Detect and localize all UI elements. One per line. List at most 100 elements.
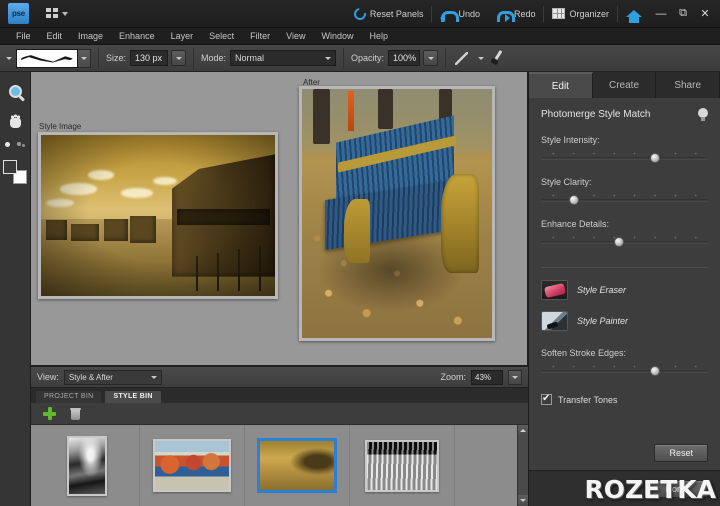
tablet-pressure-icon[interactable]: [453, 50, 470, 67]
slider-knob[interactable]: [649, 366, 660, 376]
app-logo: pse: [8, 3, 29, 24]
restore-button[interactable]: ⧉: [672, 4, 694, 24]
reset-panels-label: Reset Panels: [369, 8, 424, 19]
after-image-frame[interactable]: [299, 86, 495, 341]
bin-cell[interactable]: [140, 425, 245, 506]
thumb-bw-rocks[interactable]: [67, 435, 107, 496]
lightbulb-icon[interactable]: [698, 108, 708, 121]
slider-knob[interactable]: [649, 153, 660, 163]
bin-cell[interactable]: [35, 425, 140, 506]
thumbnail-image: [69, 437, 105, 494]
zoom-input[interactable]: 43%: [471, 369, 503, 385]
mode-label: Mode:: [201, 53, 227, 63]
thumbnail-image: [367, 441, 437, 490]
style-eraser-row[interactable]: Style Eraser: [541, 280, 708, 300]
blend-mode-select[interactable]: Normal: [230, 50, 337, 66]
opacity-input[interactable]: 100%: [388, 50, 421, 66]
transfer-tones-label: Transfer Tones: [558, 394, 618, 405]
bin-cell[interactable]: [350, 425, 455, 506]
brush-preset-dropdown[interactable]: [78, 48, 91, 68]
zoom-tool[interactable]: [3, 80, 27, 102]
style-painter-row[interactable]: Style Painter: [541, 311, 708, 331]
chevron-down-icon: [6, 56, 12, 60]
tab-edit[interactable]: Edit: [529, 72, 593, 98]
brush-size-input[interactable]: 130 px: [130, 50, 169, 66]
thumb-bw-architecture[interactable]: [365, 439, 439, 492]
bin-cell[interactable]: [245, 425, 350, 506]
organizer-button[interactable]: Organizer: [544, 4, 617, 24]
tool-indicator-dots: [3, 140, 27, 150]
minimize-button[interactable]: —: [650, 4, 672, 24]
tab-share[interactable]: Share: [656, 72, 720, 98]
slider-knob[interactable]: [569, 195, 580, 205]
opacity-dropdown[interactable]: [423, 50, 439, 66]
foreground-color-swatch[interactable]: [3, 160, 17, 174]
chevron-down-icon: [62, 11, 68, 16]
hand-tool[interactable]: [3, 110, 27, 132]
thumb-sepia-town[interactable]: [258, 439, 336, 492]
slider-track: [541, 157, 708, 160]
slider-track: [541, 241, 708, 244]
layout-switcher-button[interactable]: [43, 6, 71, 21]
brush-size-dropdown[interactable]: [171, 50, 187, 66]
menu-image[interactable]: Image: [70, 28, 111, 45]
undo-button[interactable]: Undo: [432, 4, 488, 24]
reset-panels-button[interactable]: Reset Panels: [346, 4, 432, 24]
view-mode-select[interactable]: Style & After: [63, 369, 162, 385]
menu-filter[interactable]: Filter: [242, 28, 278, 45]
dot-icon: [17, 142, 21, 146]
chevron-down-icon: [477, 56, 484, 60]
soften-stroke-edges-slider[interactable]: [541, 365, 708, 377]
menu-help[interactable]: Help: [361, 28, 396, 45]
menu-file[interactable]: File: [8, 28, 39, 45]
tab-create[interactable]: Create: [592, 72, 657, 98]
bin-tabs: PROJECT BIN STYLE BIN: [31, 388, 528, 403]
menu-select[interactable]: Select: [201, 28, 242, 45]
painter-icon[interactable]: [541, 311, 568, 331]
plus-icon[interactable]: [43, 407, 56, 420]
transfer-tones-checkbox[interactable]: [541, 393, 552, 405]
chevron-down-icon: [175, 56, 182, 60]
menu-view[interactable]: View: [278, 28, 313, 45]
tab-style-bin[interactable]: STYLE BIN: [104, 390, 162, 403]
bench-arm-left: [343, 198, 371, 264]
style-intensity-slider[interactable]: [541, 152, 708, 164]
undo-arrow-icon: [440, 9, 460, 22]
style-clarity-slider[interactable]: [541, 194, 708, 206]
trash-icon[interactable]: [70, 407, 81, 420]
menu-bar: File Edit Image Enhance Layer Select Fil…: [0, 28, 720, 45]
transfer-tones-row[interactable]: Transfer Tones: [541, 393, 708, 405]
brush-preset-preview[interactable]: [16, 48, 78, 68]
zoom-dropdown[interactable]: [508, 369, 522, 385]
menu-enhance[interactable]: Enhance: [111, 28, 163, 45]
style-image-frame[interactable]: [38, 132, 278, 299]
redo-label: Redo: [513, 8, 536, 19]
tool-options-bar: Size: 130 px Mode: Normal Opacity: 100%: [0, 45, 720, 72]
brush-tool-icon[interactable]: [488, 49, 506, 67]
scroll-down-button[interactable]: [518, 495, 528, 506]
enhance-details-slider[interactable]: [541, 236, 708, 248]
color-swatches[interactable]: [3, 160, 27, 184]
tablet-options-dropdown[interactable]: [473, 50, 488, 66]
menu-edit[interactable]: Edit: [39, 28, 71, 45]
image-canvas[interactable]: After Style Image: [31, 72, 528, 366]
eraser-icon[interactable]: [541, 280, 568, 300]
thumb-market[interactable]: [153, 439, 231, 492]
divider: [193, 47, 195, 69]
after-image: [302, 89, 492, 338]
tab-project-bin[interactable]: PROJECT BIN: [35, 390, 103, 403]
reset-button[interactable]: Reset: [654, 444, 708, 462]
bin-scrollbar[interactable]: [517, 425, 528, 506]
menu-layer[interactable]: Layer: [163, 28, 202, 45]
divider: [541, 267, 708, 268]
home-button[interactable]: [618, 4, 650, 24]
tree-trunk: [313, 89, 331, 144]
close-button[interactable]: ✕: [694, 4, 716, 24]
dot-icon: [22, 144, 25, 147]
bin-thumbnail-strip[interactable]: [31, 425, 528, 506]
menu-window[interactable]: Window: [313, 28, 361, 45]
scroll-up-button[interactable]: [518, 425, 528, 436]
redo-button[interactable]: Redo: [488, 4, 544, 24]
slider-knob[interactable]: [614, 237, 625, 247]
options-collapse-button[interactable]: [2, 56, 16, 60]
